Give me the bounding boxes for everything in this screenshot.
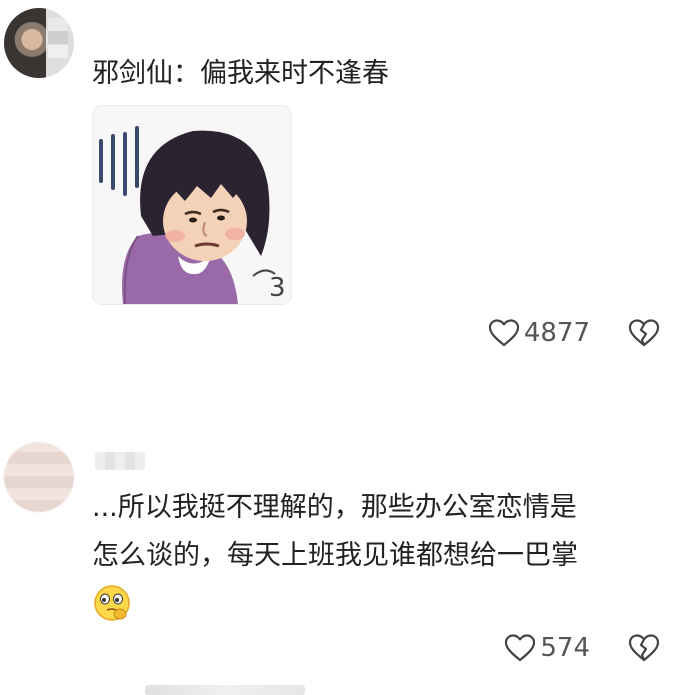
avatar[interactable]	[4, 442, 74, 512]
like-button[interactable]: 574	[504, 633, 590, 663]
like-button[interactable]: 4877	[488, 318, 590, 348]
like-count: 4877	[523, 318, 590, 348]
broken-heart-icon	[628, 634, 660, 662]
avatar-mosaic	[48, 18, 68, 58]
username-mosaic	[95, 452, 145, 470]
comment-item: ...所以我挺不理解的，那些办公室恋情是 怎么谈的，每天上班我见谁都想给一巴掌 …	[0, 420, 690, 695]
avatar[interactable]	[4, 8, 74, 78]
broken-heart-icon	[628, 319, 660, 347]
dislike-button[interactable]	[628, 318, 660, 348]
pensive-emoji	[92, 583, 132, 623]
like-count: 574	[540, 633, 590, 663]
heart-outline-icon	[505, 634, 536, 662]
pensive-emoji-icon	[94, 585, 130, 621]
dislike-button[interactable]	[628, 633, 660, 663]
comment-actions: 4877	[488, 313, 660, 353]
sad-girl-sticker[interactable]: 3	[92, 105, 292, 305]
sticker-illustration: 3	[99, 126, 286, 304]
heart-outline-icon	[488, 319, 519, 347]
next-comment-mosaic	[145, 685, 305, 695]
comment-item: 邪剑仙：偏我来时不逢春 3 4877	[0, 0, 690, 380]
comment-text: ...所以我挺不理解的，那些办公室恋情是 怎么谈的，每天上班我见谁都想给一巴掌	[92, 492, 578, 571]
svg-text:3: 3	[269, 273, 286, 303]
comment-text: 邪剑仙：偏我来时不逢春	[92, 58, 389, 89]
comment-actions: 574	[504, 628, 660, 668]
